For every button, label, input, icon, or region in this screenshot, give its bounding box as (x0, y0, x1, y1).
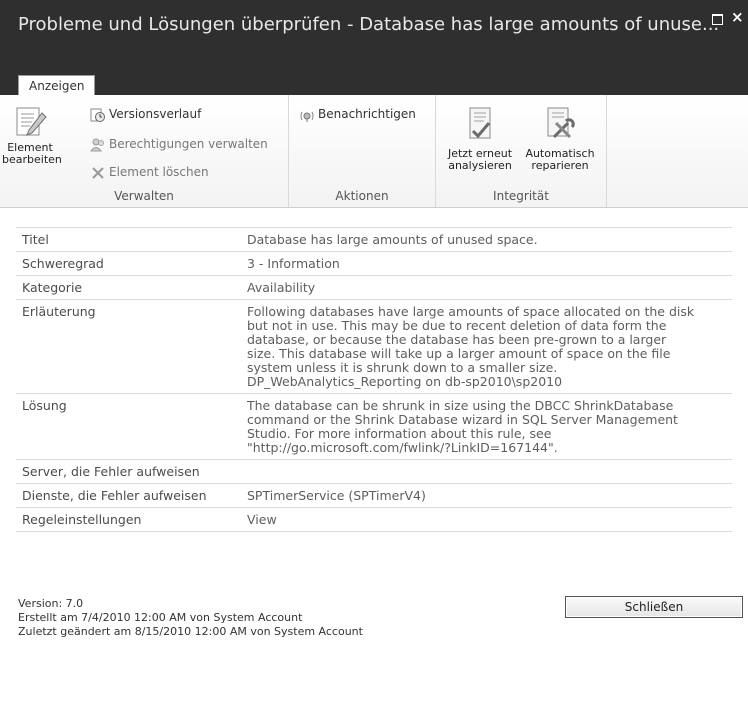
reanalyze-label-2: analysieren (448, 159, 512, 172)
edit-item-label-2: bearbeiten (2, 153, 62, 166)
edit-item-button[interactable]: Element bearbeiten (2, 105, 62, 166)
notify-icon (300, 111, 314, 122)
property-label: Kategorie (16, 275, 241, 300)
ribbon-group-aktionen: Benachrichtigen Aktionen (289, 95, 436, 207)
autorepair-label-2: reparieren (531, 159, 589, 172)
autorepair-icon (547, 107, 575, 139)
property-value: The database can be shrunk in size using… (247, 398, 678, 455)
ribbon: Element bearbeiten Versionsverlauf Berec… (0, 95, 748, 208)
version-history-button[interactable]: Versionsverlauf (90, 105, 201, 123)
delete-item-label: Element löschen (109, 165, 209, 179)
properties-table: Titel Database has large amounts of unus… (16, 227, 732, 532)
created-text: Erstellt am 7/4/2010 12:00 AM von System… (18, 611, 303, 624)
property-row-schweregrad: Schweregrad 3 - Information (16, 251, 732, 276)
property-label: Regeleinstellungen (16, 507, 241, 532)
version-text: Version: 7.0 (18, 597, 84, 610)
notify-label: Benachrichtigen (318, 107, 416, 121)
close-button[interactable]: Schließen (565, 596, 743, 618)
property-value: SPTimerService (SPTimerV4) (241, 483, 732, 508)
property-row-loesung: Lösung The database can be shrunk in siz… (16, 393, 732, 460)
property-value: Following databases have large amounts o… (247, 304, 695, 389)
delete-icon (92, 166, 104, 179)
ribbon-group-integritaet: Jetzt erneut analysieren Automatisch rep… (436, 95, 607, 207)
notify-button[interactable]: Benachrichtigen (299, 105, 416, 123)
property-value: Database has large amounts of unused spa… (241, 227, 732, 252)
property-label: Titel (16, 227, 241, 252)
property-row-erlaeuterung: Erläuterung Following databases have lar… (16, 299, 732, 394)
rule-settings-link[interactable]: View (241, 507, 732, 532)
property-row-regeleinstellungen: Regeleinstellungen View (16, 507, 732, 532)
dialog-title-bar: Probleme und Lösungen überprüfen - Datab… (0, 0, 748, 63)
permissions-icon (90, 138, 104, 151)
dialog-title: Probleme und Lösungen überprüfen - Datab… (18, 14, 720, 35)
property-label: Lösung (16, 393, 241, 460)
group-label-verwalten: Verwalten (114, 189, 174, 203)
version-history-label: Versionsverlauf (109, 107, 202, 121)
property-value (241, 459, 732, 484)
manage-permissions-label: Berechtigungen verwalten (109, 137, 268, 151)
property-row-server: Server, die Fehler aufweisen (16, 459, 732, 484)
property-label: Erläuterung (16, 299, 241, 394)
property-label: Schweregrad (16, 251, 241, 276)
modified-text: Zuletzt geändert am 8/15/2010 12:00 AM v… (18, 625, 363, 638)
item-metadata: Version: 7.0 Erstellt am 7/4/2010 12:00 … (18, 597, 363, 639)
autorepair-button[interactable]: Automatisch reparieren (520, 105, 600, 172)
reanalyze-icon (469, 107, 491, 139)
property-label: Dienste, die Fehler aufweisen (16, 483, 241, 508)
maximize-icon[interactable] (712, 14, 723, 25)
property-value: Availability (241, 275, 732, 300)
manage-permissions-button[interactable]: Berechtigungen verwalten (90, 135, 268, 153)
group-label-aktionen: Aktionen (335, 189, 389, 203)
property-row-dienste: Dienste, die Fehler aufweisen SPTimerSer… (16, 483, 732, 508)
reanalyze-button[interactable]: Jetzt erneut analysieren (442, 105, 518, 172)
group-label-integritaet: Integrität (493, 189, 549, 203)
delete-item-button[interactable]: Element löschen (90, 163, 209, 181)
close-icon[interactable]: × (731, 10, 744, 25)
property-row-kategorie: Kategorie Availability (16, 275, 732, 300)
property-value: 3 - Information (241, 251, 732, 276)
version-history-icon (90, 108, 105, 122)
ribbon-tab-strip: Anzeigen (0, 63, 748, 97)
tab-anzeigen[interactable]: Anzeigen (18, 75, 96, 97)
property-label: Server, die Fehler aufweisen (16, 459, 241, 484)
edit-item-icon (16, 107, 47, 136)
ribbon-group-verwalten: Element bearbeiten Versionsverlauf Berec… (0, 95, 289, 207)
property-row-titel: Titel Database has large amounts of unus… (16, 227, 732, 252)
